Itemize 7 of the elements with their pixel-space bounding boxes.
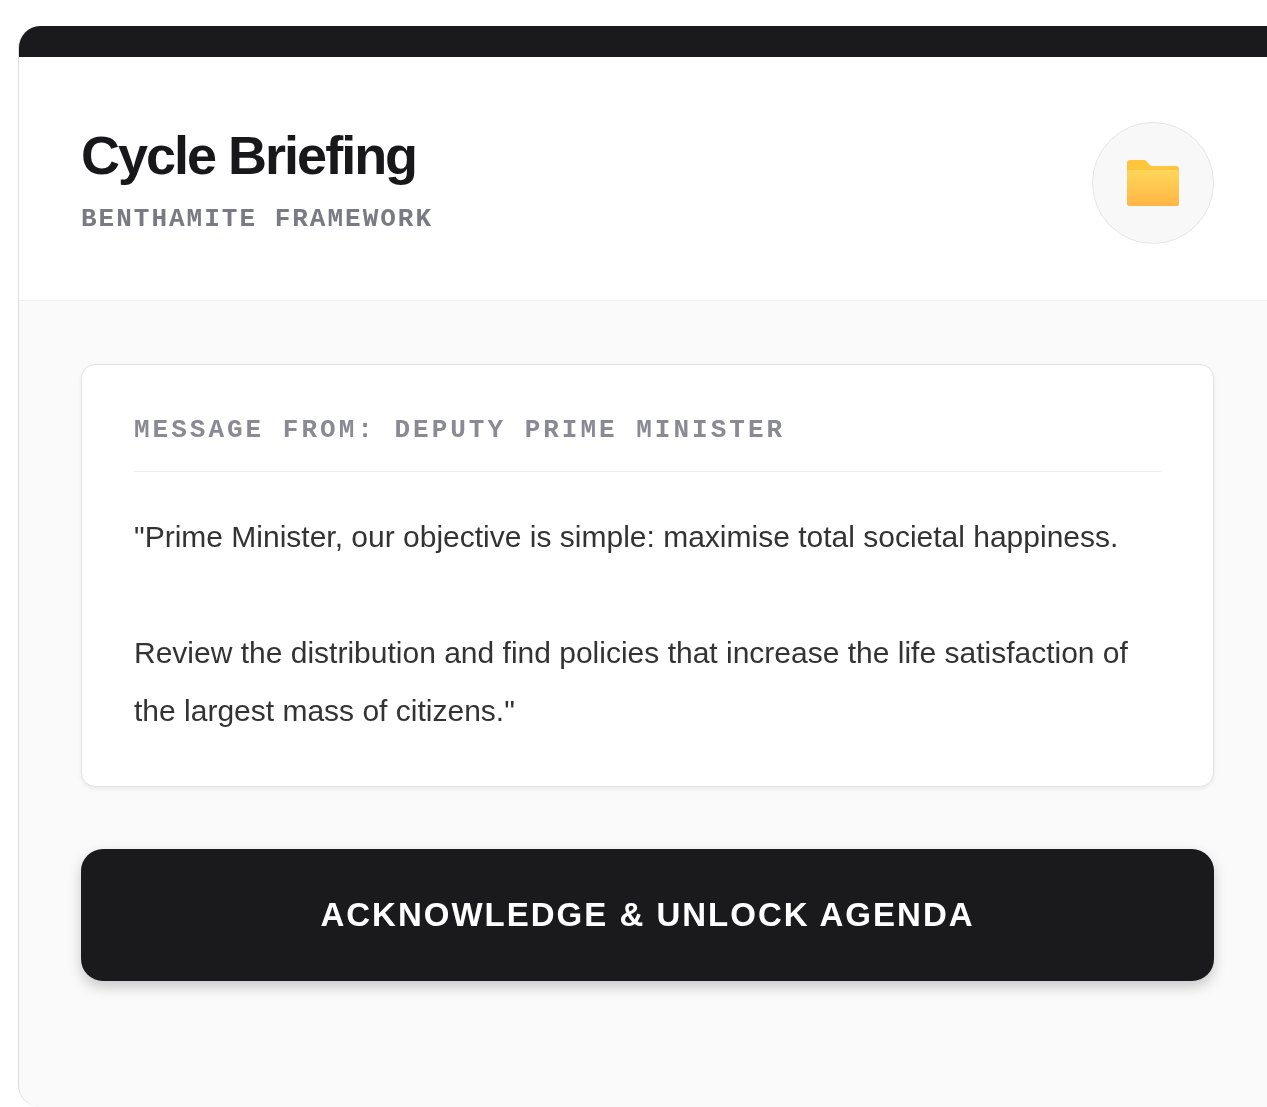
panel-title: Cycle Briefing bbox=[81, 123, 418, 186]
folder-icon bbox=[1127, 159, 1179, 206]
message-paragraph: Review the distribution and find policies that increase the life satisfaction of the largest mass of citizens." bbox=[134, 635, 1129, 729]
message-paragraph: "Prime Minister, our objective is simple: maximise total societal happiness. bbox=[134, 519, 1120, 555]
acknowledge-button[interactable]: ACKNOWLEDGE & UNLOCK AGENDA bbox=[81, 849, 1214, 981]
message-sender: MESSAGE FROM: DEPUTY PRIME MINISTER bbox=[134, 415, 1161, 472]
panel-subtitle: BENTHAMITE FRAMEWORK bbox=[81, 203, 434, 234]
